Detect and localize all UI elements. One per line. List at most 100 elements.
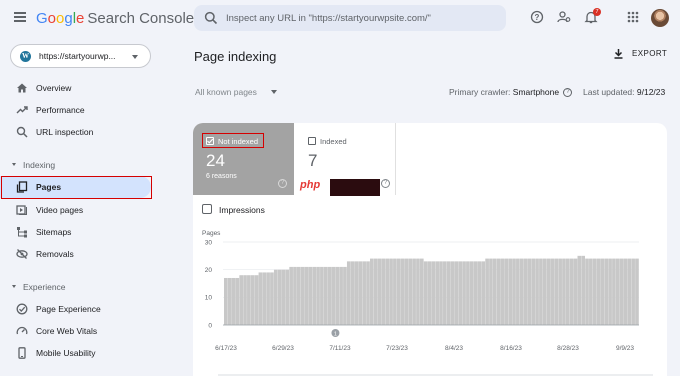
impressions-checkbox[interactable] — [202, 204, 212, 214]
chart-bar — [339, 266, 343, 325]
chevron-down-icon — [12, 285, 16, 288]
sidebar-item-video-pages[interactable]: Video pages — [0, 199, 151, 221]
chart-bar — [289, 266, 293, 325]
y-tick-label: 0 — [208, 322, 212, 329]
crawler-label: Primary crawler: — [449, 87, 511, 97]
sidebar-item-label: Performance — [36, 105, 85, 115]
avatar[interactable] — [651, 9, 669, 27]
y-tick-label: 30 — [205, 239, 213, 246]
chart-bar — [631, 258, 635, 325]
chart-bar — [489, 258, 493, 325]
sidebar-item-label: Sitemaps — [36, 227, 72, 237]
sidebar-item-mobile-usability[interactable]: Mobile Usability — [0, 342, 151, 364]
removals-icon — [16, 249, 28, 259]
crawler-value: Smartphone — [512, 87, 560, 97]
sidebar-item-label: Mobile Usability — [36, 348, 96, 358]
export-label: EXPORT — [632, 49, 668, 58]
notification-badge: 7 — [593, 8, 601, 16]
apps-grid-icon[interactable] — [626, 10, 640, 24]
chart-bar — [585, 258, 589, 325]
indexing-card: Not indexed 24 6 reasons ? Indexed 7 ? p… — [193, 123, 667, 376]
chart-bar — [362, 261, 366, 325]
chart-bar — [469, 261, 474, 325]
checkbox-icon[interactable] — [308, 137, 316, 145]
chart-bar — [254, 275, 259, 325]
chevron-down-icon — [132, 55, 138, 59]
chart-bar — [512, 258, 516, 325]
chart-bar — [608, 258, 612, 325]
export-button[interactable]: EXPORT — [613, 48, 667, 59]
section-title: Experience — [23, 282, 66, 292]
chart-bar — [589, 258, 593, 325]
inspect-url-input[interactable] — [226, 12, 496, 24]
chart-bar — [466, 261, 470, 325]
sidebar-item-page-experience[interactable]: Page Experience — [0, 298, 151, 320]
sidebar-item-performance[interactable]: Performance — [0, 99, 151, 121]
chart-bar — [508, 258, 512, 325]
chevron-down-icon — [12, 163, 16, 166]
sidebar-item-label: Video pages — [36, 205, 84, 215]
chart-bar — [565, 258, 570, 325]
chart-bar — [554, 258, 559, 325]
help-icon[interactable]: ? — [381, 179, 390, 188]
tile-count: 7 — [308, 151, 318, 170]
chart-bar — [327, 266, 332, 325]
chart-bar — [250, 275, 255, 325]
logo[interactable]: Google Search Console — [36, 10, 194, 27]
x-tick-label: 7/23/23 — [386, 345, 408, 352]
chart-bar — [224, 277, 228, 325]
sidebar-item-url-inspection[interactable]: URL inspection — [0, 121, 151, 143]
chart-bar — [239, 275, 244, 325]
y-tick-label: 10 — [205, 295, 213, 302]
sitemap-icon — [17, 227, 27, 238]
not-indexed-tile[interactable]: Not indexed 24 6 reasons ? — [193, 123, 294, 195]
chart-bar — [277, 269, 282, 325]
sidebar-item-core-web-vitals[interactable]: Core Web Vitals — [0, 320, 151, 342]
chart-bar — [346, 261, 351, 325]
chart-bar — [281, 269, 286, 325]
chart-bar — [381, 258, 386, 325]
chart-bar — [473, 261, 478, 325]
chart-bar — [592, 258, 597, 325]
x-tick-label: 8/16/23 — [500, 345, 522, 352]
sidebar-item-label: URL inspection — [36, 127, 94, 137]
help-icon[interactable]: ? — [278, 179, 287, 188]
sidebar-item-removals[interactable]: Removals — [0, 243, 151, 265]
chart-bar — [227, 277, 232, 325]
pages-filter-dropdown[interactable]: All known pages — [195, 87, 257, 97]
chart-bar — [270, 272, 274, 325]
chart-bar — [358, 261, 363, 325]
chart-bar — [431, 261, 436, 325]
chevron-down-icon[interactable] — [271, 90, 277, 94]
sidebar-item-sitemaps[interactable]: Sitemaps — [0, 221, 151, 243]
wordpress-icon: W — [20, 50, 31, 62]
chart-bar — [496, 258, 501, 325]
chart-bar — [231, 277, 236, 325]
chart-bar — [320, 266, 324, 325]
tile-sub: 6 reasons — [206, 173, 237, 180]
chart-bar — [635, 258, 639, 325]
gauge-icon — [16, 326, 28, 335]
chart-bar — [558, 258, 562, 325]
chart-bar — [235, 277, 240, 325]
help-icon[interactable]: ? — [530, 10, 544, 24]
menu-icon[interactable] — [14, 12, 26, 22]
sidebar-item-label: Page Experience — [36, 304, 101, 314]
chart-bar — [408, 258, 413, 325]
phone-icon — [18, 347, 26, 359]
property-selector[interactable]: W https://startyourwp... — [10, 44, 151, 68]
chart-bar — [443, 261, 447, 325]
sidebar-item-overview[interactable]: Overview — [0, 77, 151, 99]
download-icon — [614, 49, 623, 59]
help-icon[interactable]: ? — [563, 88, 573, 98]
chart-bar — [477, 261, 482, 325]
search-bar[interactable] — [194, 5, 506, 31]
chart-bar — [546, 258, 551, 325]
home-icon — [17, 83, 27, 93]
chart-bar — [573, 258, 578, 325]
manage-users-icon[interactable] — [557, 10, 571, 24]
chart-bar — [308, 266, 313, 325]
chart-bar — [419, 258, 424, 325]
svg-text:?: ? — [535, 13, 540, 22]
chart-bar — [350, 261, 355, 325]
